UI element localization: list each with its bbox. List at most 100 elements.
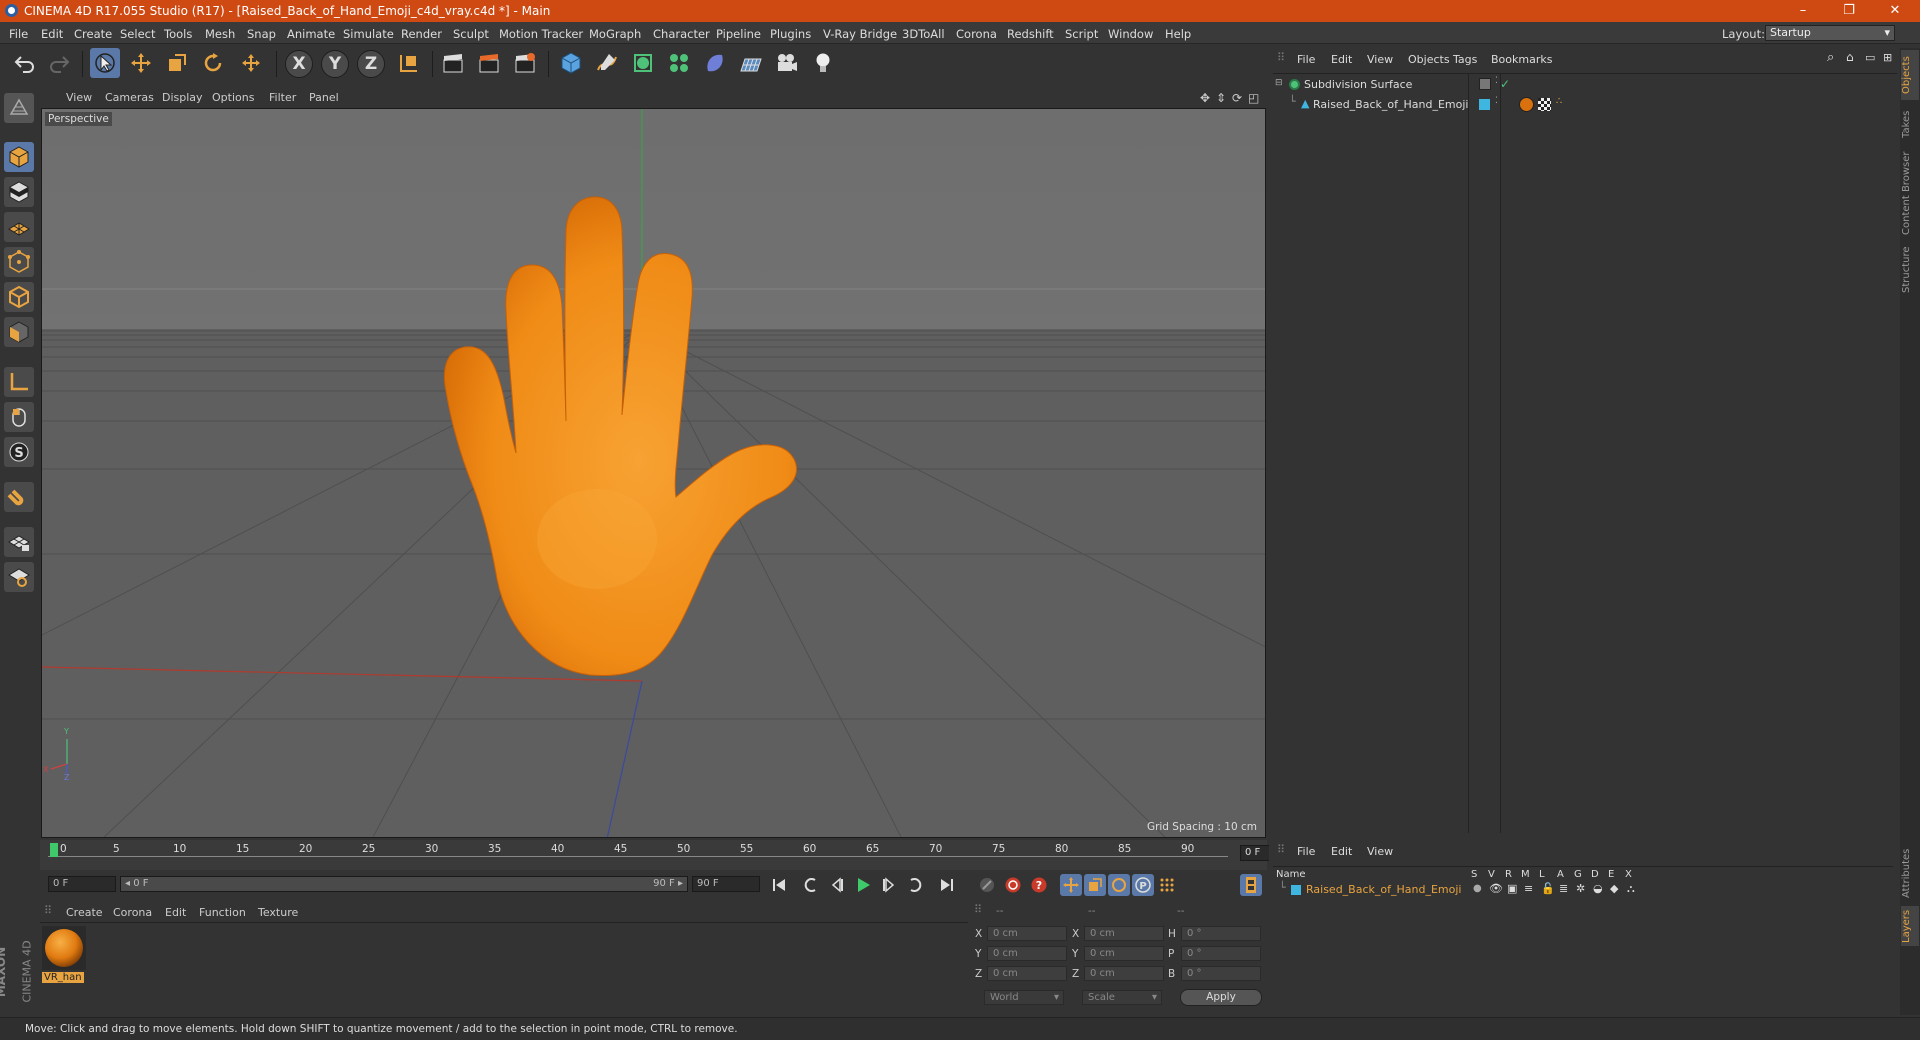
camera-button[interactable]	[772, 48, 802, 78]
layer-xref-icon[interactable]: ⛬	[1627, 882, 1635, 896]
pos-y-field[interactable]: 0 cm	[987, 946, 1067, 961]
playhead[interactable]	[50, 843, 58, 857]
viewport-rotate-icon[interactable]: ⟳	[1232, 91, 1242, 105]
viewport-maximize-icon[interactable]: ◰	[1248, 91, 1259, 105]
menu-help[interactable]: Help	[1165, 27, 1191, 41]
material-menu-function[interactable]: Function	[199, 906, 246, 919]
planar-workplane-button[interactable]	[4, 562, 34, 592]
floor-button[interactable]	[736, 48, 766, 78]
menu-sculpt[interactable]: Sculpt	[453, 27, 489, 41]
previous-frame-button[interactable]	[826, 874, 848, 896]
key-parameter-button[interactable]: P	[1132, 874, 1154, 896]
tab-takes[interactable]: Takes	[1901, 104, 1919, 144]
menu-vray-bridge[interactable]: V-Ray Bridge	[823, 27, 897, 41]
menu-3dtoall[interactable]: 3DToAll	[902, 27, 945, 41]
menu-corona[interactable]: Corona	[956, 27, 997, 41]
goto-end-button[interactable]	[936, 874, 958, 896]
menu-plugins[interactable]: Plugins	[770, 27, 811, 41]
menu-character[interactable]: Character	[653, 27, 710, 41]
vray-tag-icon[interactable]: ∴	[1556, 96, 1562, 107]
layer-row[interactable]: └ Raised_Back_of_Hand_Emoji ● 👁 ▣ ≡ 🔓 ≣ …	[1273, 881, 1893, 898]
coordinate-mode-dropdown[interactable]: World ▾	[984, 990, 1064, 1005]
render-view-button[interactable]	[438, 48, 468, 78]
polygons-mode-button[interactable]	[4, 317, 34, 347]
viewport-pan-icon[interactable]: ✥	[1200, 91, 1210, 105]
frame-range-slider[interactable]: ◂ 0 F 90 F ▸	[120, 876, 688, 892]
texture-mode-button[interactable]	[4, 177, 34, 207]
menu-simulate[interactable]: Simulate	[343, 27, 394, 41]
x-axis-lock-button[interactable]: X	[285, 50, 313, 78]
objects-menu-bookmarks[interactable]: Bookmarks	[1491, 53, 1552, 66]
autokey-button[interactable]: ?	[1028, 874, 1050, 896]
rot-h-field[interactable]: 0 °	[1181, 926, 1261, 941]
viewport-menu-view[interactable]: View	[66, 91, 92, 104]
key-position-button[interactable]	[1060, 874, 1082, 896]
objects-menu-tags[interactable]: Tags	[1453, 53, 1477, 66]
coordinate-system-button[interactable]	[394, 48, 424, 78]
viewport-menu-panel[interactable]: Panel	[309, 91, 339, 104]
layers-menu-view[interactable]: View	[1367, 845, 1393, 858]
timeline-button[interactable]	[1240, 874, 1262, 896]
magnet-tool-button[interactable]	[4, 482, 34, 512]
make-editable-button[interactable]	[4, 93, 34, 123]
z-axis-lock-button[interactable]: Z	[357, 50, 385, 78]
points-mode-button[interactable]	[4, 247, 34, 277]
model-mode-button[interactable]	[4, 142, 34, 172]
tree-row[interactable]: ⊟ Subdivision Surface ⁚ ✓	[1273, 76, 1893, 93]
tab-layers[interactable]: Layers	[1901, 906, 1919, 946]
layers-menu-edit[interactable]: Edit	[1331, 845, 1352, 858]
viewport-zoom-icon[interactable]: ⇕	[1216, 91, 1226, 105]
menu-mesh[interactable]: Mesh	[205, 27, 235, 41]
layer-render-icon[interactable]: ▣	[1507, 882, 1517, 895]
layout-dropdown[interactable]: Startup ▾	[1765, 25, 1895, 41]
render-settings-button[interactable]	[510, 48, 540, 78]
objects-menu-file[interactable]: File	[1297, 53, 1315, 66]
motion-record-button[interactable]	[976, 874, 998, 896]
menu-redshift[interactable]: Redshift	[1007, 27, 1054, 41]
layer-color-swatch[interactable]	[1291, 885, 1301, 895]
menu-tools[interactable]: Tools	[164, 27, 192, 41]
menu-render[interactable]: Render	[401, 27, 442, 41]
search-icon[interactable]: ⌕	[1827, 50, 1834, 65]
checkmark-icon[interactable]: ✓	[1500, 77, 1510, 91]
next-frame-button[interactable]	[878, 874, 900, 896]
goto-start-button[interactable]	[768, 874, 790, 896]
live-selection-tool-button[interactable]	[90, 48, 120, 78]
menu-snap[interactable]: Snap	[247, 27, 276, 41]
menu-file[interactable]: File	[9, 27, 28, 41]
layers-menu-file[interactable]: File	[1297, 845, 1315, 858]
y-axis-lock-button[interactable]: Y	[321, 50, 349, 78]
objects-menu-edit[interactable]: Edit	[1331, 53, 1352, 66]
axis-mode-button[interactable]	[4, 367, 34, 397]
menu-select[interactable]: Select	[120, 27, 155, 41]
layer-solo-icon[interactable]: ●	[1473, 883, 1482, 894]
record-button[interactable]	[1002, 874, 1024, 896]
key-point-level-button[interactable]	[1156, 874, 1178, 896]
render-picture-viewer-button[interactable]	[474, 48, 504, 78]
layer-tag-icon[interactable]	[1479, 78, 1491, 90]
lock-workplane-button[interactable]	[4, 527, 34, 557]
tab-content-browser[interactable]: Content Browser	[1901, 148, 1919, 238]
tweak-mode-button[interactable]	[4, 402, 34, 432]
tab-attributes[interactable]: Attributes	[1901, 843, 1919, 903]
rotate-tool-button[interactable]	[198, 48, 228, 78]
menu-pipeline[interactable]: Pipeline	[716, 27, 761, 41]
size-y-field[interactable]: 0 cm	[1084, 946, 1164, 961]
minimize-button[interactable]: –	[1780, 0, 1826, 22]
collapse-icon[interactable]: ⊟	[1275, 78, 1283, 88]
timeline-ruler[interactable]: 0 5 10 15 20 25 30 35 40 45 50 55 60 65 …	[40, 840, 1302, 870]
material-menu-edit[interactable]: Edit	[165, 906, 186, 919]
tab-structure[interactable]: Structure	[1901, 242, 1919, 297]
layer-visible-eye-icon[interactable]: 👁	[1489, 882, 1503, 895]
snapping-button[interactable]: S	[4, 437, 34, 467]
menu-motion-tracker[interactable]: Motion Tracker	[499, 27, 583, 41]
material-menu-create[interactable]: Create	[66, 906, 103, 919]
size-z-field[interactable]: 0 cm	[1084, 966, 1164, 981]
layer-lock-icon[interactable]: 🔓	[1541, 882, 1555, 895]
close-button[interactable]: ✕	[1872, 0, 1918, 22]
next-key-button[interactable]	[904, 874, 926, 896]
play-button[interactable]	[852, 874, 874, 896]
menu-mograph[interactable]: MoGraph	[589, 27, 641, 41]
menu-script[interactable]: Script	[1065, 27, 1098, 41]
viewport-menu-display[interactable]: Display	[162, 91, 203, 104]
